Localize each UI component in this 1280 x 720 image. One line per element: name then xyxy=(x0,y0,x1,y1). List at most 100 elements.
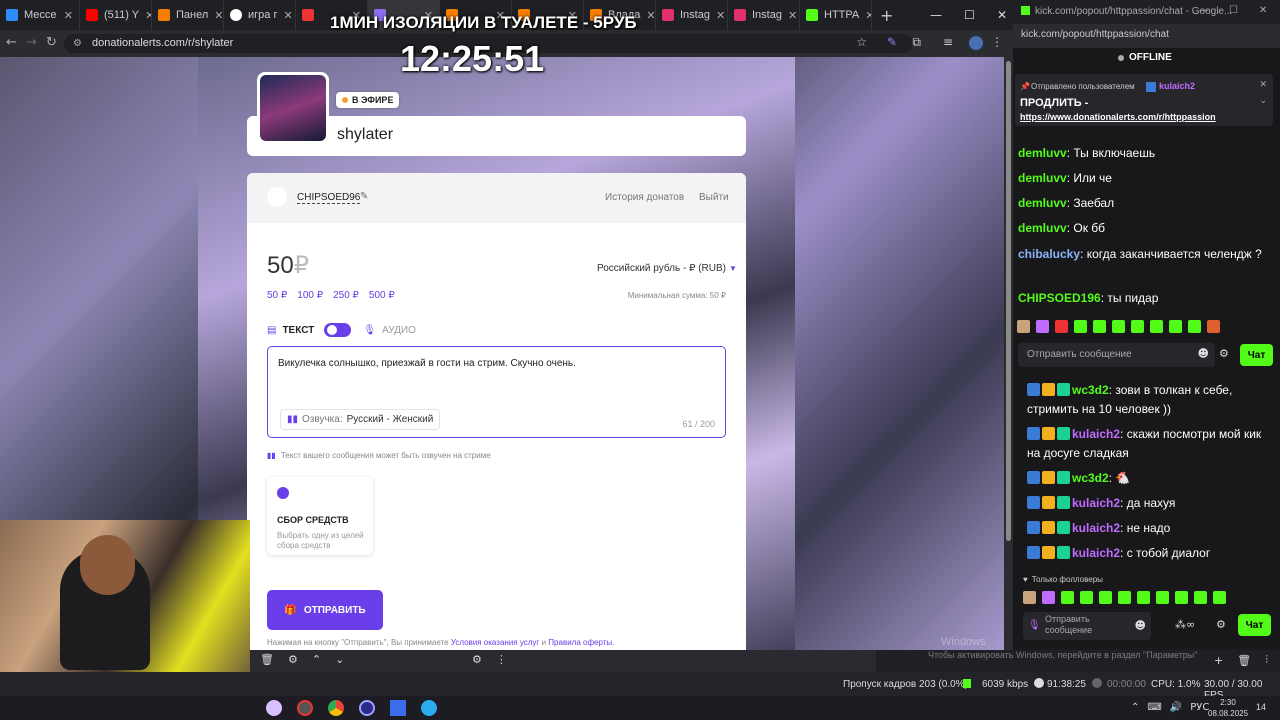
settings-gear-icon[interactable]: ⚙ xyxy=(1219,347,1229,360)
donation-history-link[interactable]: История донатов xyxy=(605,192,684,203)
emote-icon[interactable] xyxy=(1017,320,1030,333)
tray-chevron-icon[interactable]: ⌃ xyxy=(1131,702,1139,713)
taskbar-app-icon[interactable] xyxy=(266,700,282,716)
emote-icon[interactable] xyxy=(1080,591,1093,604)
voice-select[interactable]: ▮▮ Озвучка: Русский - Женский xyxy=(280,409,441,430)
trash-icon[interactable]: 🗑 xyxy=(1237,654,1251,667)
emote-icon[interactable] xyxy=(1061,591,1074,604)
emote-icon[interactable] xyxy=(1118,591,1131,604)
emoji-icon[interactable]: ☻ xyxy=(1198,347,1209,360)
extensions-puzzle-icon[interactable]: ⧉ xyxy=(912,35,921,50)
chat-url[interactable]: kick.com/popout/httppassion/chat xyxy=(1021,29,1169,40)
emote-icon[interactable] xyxy=(1194,591,1207,604)
emote-icon[interactable] xyxy=(1055,320,1068,333)
add-icon[interactable]: + xyxy=(1214,654,1223,667)
close-tab-icon[interactable]: ✕ xyxy=(716,9,725,22)
menu-icon[interactable]: ⋮ xyxy=(991,35,1003,49)
browser-tab[interactable]: Панел ✕ xyxy=(152,0,224,30)
stats-icon[interactable] xyxy=(390,700,406,716)
preset-50[interactable]: 50 ₽ xyxy=(267,290,287,301)
send-chat-button[interactable]: Чат xyxy=(1240,344,1273,366)
close-tab-icon[interactable]: ✕ xyxy=(788,9,797,22)
currency-select[interactable]: Российский рубль - ₽ (RUB) ▼ xyxy=(597,263,737,274)
taskbar-app-icon[interactable] xyxy=(359,700,375,716)
close-window-icon[interactable]: ✕ xyxy=(1259,5,1267,16)
settings-gear-icon[interactable]: ⚙ xyxy=(288,653,298,666)
close-window-icon[interactable]: ✕ xyxy=(997,8,1007,22)
minimize-icon[interactable]: — xyxy=(1199,5,1209,16)
reload-icon[interactable]: ↻ xyxy=(46,35,57,50)
reading-list-icon[interactable]: ≡ xyxy=(943,35,953,49)
mixer-icon[interactable]: ⫶ xyxy=(1265,653,1268,667)
browser-tab[interactable]: Instag ✕ xyxy=(728,0,800,30)
microphone-icon[interactable]: 🎙 xyxy=(1028,620,1041,631)
chat-input[interactable]: 🎙 Отправить сообщение ☻ xyxy=(1023,612,1151,640)
move-down-icon[interactable]: ⌄ xyxy=(335,653,344,666)
chevron-down-icon[interactable]: ⌄ xyxy=(1259,96,1267,106)
back-icon[interactable]: ← xyxy=(6,35,17,50)
username[interactable]: CHIPSOED96 xyxy=(297,192,361,204)
language-indicator[interactable]: РУС xyxy=(1190,702,1209,713)
emote-icon[interactable] xyxy=(1156,591,1169,604)
emote-icon[interactable] xyxy=(1036,320,1049,333)
emote-icon[interactable] xyxy=(1169,320,1182,333)
close-tab-icon[interactable]: ✕ xyxy=(646,9,655,22)
browser-tab[interactable]: Мессе ✕ xyxy=(0,0,80,30)
emote-icon[interactable] xyxy=(1023,591,1036,604)
emote-picker-icon[interactable]: ⁂∞ xyxy=(1175,618,1195,631)
emote-icon[interactable] xyxy=(1099,591,1112,604)
move-up-icon[interactable]: ⌃ xyxy=(312,653,321,666)
offer-link[interactable]: Правила оферты. xyxy=(548,638,614,647)
submit-button[interactable]: 🎁 ОТПРАВИТЬ xyxy=(267,590,383,630)
unpin-icon[interactable]: ✕ xyxy=(1259,80,1267,90)
close-tab-icon[interactable]: ✕ xyxy=(64,9,73,22)
network-icon[interactable]: ⌨ xyxy=(1147,702,1161,713)
fundraise-card[interactable]: СБОР СРЕДСТВ Выбрать одну из целей сбора… xyxy=(267,477,373,555)
emote-icon[interactable] xyxy=(1213,591,1226,604)
clock[interactable]: 2:30 08.08.2025 xyxy=(1208,697,1248,719)
pinned-link[interactable]: https://www.donationalerts.com/r/httppas… xyxy=(1020,112,1216,122)
emote-icon[interactable] xyxy=(1042,591,1055,604)
emote-icon[interactable] xyxy=(1074,320,1087,333)
preset-500[interactable]: 500 ₽ xyxy=(369,290,395,301)
profile-avatar[interactable] xyxy=(969,36,983,50)
filters-icon[interactable]: ⚙ xyxy=(472,653,482,666)
emote-icon[interactable] xyxy=(1137,591,1150,604)
preset-250[interactable]: 250 ₽ xyxy=(333,290,359,301)
text-mode-label[interactable]: ТЕКСТ xyxy=(282,325,314,336)
emote-icon[interactable] xyxy=(1112,320,1125,333)
minimize-icon[interactable]: — xyxy=(930,8,942,22)
emoji-icon[interactable]: ☻ xyxy=(1135,619,1146,632)
site-info-icon[interactable]: ⚙ xyxy=(73,34,82,53)
chrome-icon[interactable] xyxy=(328,700,344,716)
send-chat-button[interactable]: Чат xyxy=(1238,614,1271,636)
preset-100[interactable]: 100 ₽ xyxy=(297,290,323,301)
audio-mode-label[interactable]: АУДИО xyxy=(382,325,416,336)
telegram-icon[interactable] xyxy=(421,700,437,716)
extension-icon[interactable]: ✎ xyxy=(887,35,897,49)
maximize-icon[interactable]: ☐ xyxy=(964,8,975,22)
maximize-icon[interactable]: ☐ xyxy=(1229,5,1238,16)
browser-tab[interactable]: Instag ✕ xyxy=(656,0,728,30)
close-tab-icon[interactable]: ✕ xyxy=(145,9,151,22)
forward-icon[interactable]: → xyxy=(26,35,37,50)
browser-tab[interactable]: (511) Y✕ xyxy=(80,0,152,30)
obs-icon[interactable] xyxy=(297,700,313,716)
close-tab-icon[interactable]: ✕ xyxy=(283,9,292,22)
settings-gear-icon[interactable]: ⚙ xyxy=(1216,618,1226,631)
more-icon[interactable]: ⋮ xyxy=(496,653,507,666)
trash-icon[interactable]: 🗑 xyxy=(260,653,274,666)
chat-input[interactable]: Отправить сообщение ☻ xyxy=(1018,343,1215,367)
message-textarea[interactable]: Викулечка солнышко, приезжай в гости на … xyxy=(267,346,726,438)
page-scrollbar[interactable] xyxy=(1004,57,1013,650)
emote-icon[interactable] xyxy=(1175,591,1188,604)
volume-icon[interactable]: 🔊 xyxy=(1170,702,1182,713)
emote-icon[interactable] xyxy=(1207,320,1220,333)
notifications-badge[interactable]: 14 xyxy=(1256,702,1266,712)
close-tab-icon[interactable]: ✕ xyxy=(214,9,223,22)
terms-link[interactable]: Условия оказания услуг xyxy=(451,638,540,647)
emote-icon[interactable] xyxy=(1131,320,1144,333)
logout-link[interactable]: Выйти xyxy=(699,192,729,203)
emote-icon[interactable] xyxy=(1093,320,1106,333)
bookmark-star-icon[interactable]: ☆ xyxy=(856,35,867,49)
